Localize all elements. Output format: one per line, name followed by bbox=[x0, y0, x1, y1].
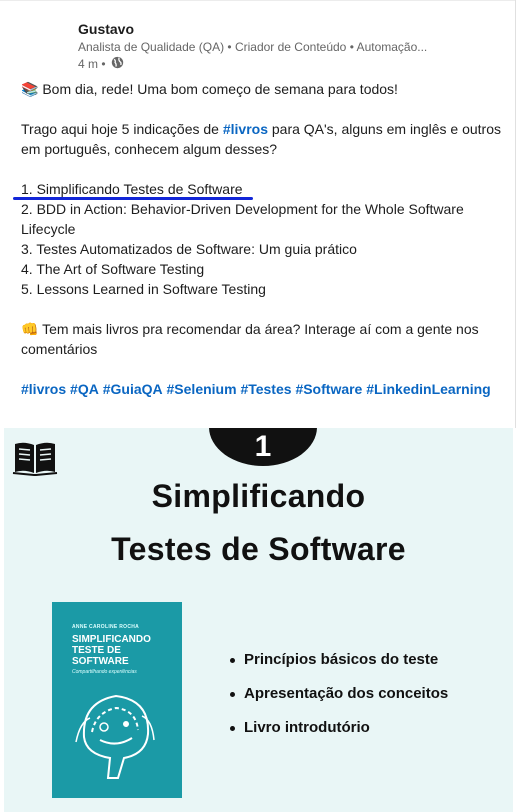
highlight-text: Livro introdutório bbox=[244, 719, 370, 736]
highlight-item: Livro introdutório bbox=[230, 719, 448, 753]
hashtag-link[interactable]: #livros bbox=[21, 381, 66, 397]
highlight-item: Apresentação dos conceitos bbox=[230, 685, 448, 719]
author-headline: Analista de Qualidade (QA) • Criador de … bbox=[78, 40, 428, 54]
highlight-text: Princípios básicos do teste bbox=[244, 651, 439, 668]
greeting-text: 📚 Bom dia, rede! Uma bom começo de seman… bbox=[21, 81, 398, 97]
hashtags: #livros #QA #GuiaQA #Selenium #Testes #S… bbox=[21, 379, 501, 399]
avatar[interactable] bbox=[22, 14, 66, 58]
highlight-underline bbox=[13, 197, 253, 200]
hashtag-link[interactable]: #Testes bbox=[240, 381, 291, 397]
post-time: 4 m • bbox=[78, 57, 106, 71]
book-highlights: Princípios básicos do teste Apresentação… bbox=[230, 651, 448, 753]
cover-subtitle: Compartilhando experiências bbox=[72, 669, 137, 675]
brain-illustration-icon bbox=[74, 682, 160, 797]
intro-text: Trago aqui hoje 5 indicações de #livros … bbox=[21, 119, 501, 159]
hashtag-link[interactable]: #QA bbox=[70, 381, 99, 397]
hashtag-link[interactable]: #Software bbox=[295, 381, 362, 397]
carousel-slide[interactable]: 1 Simplificando Testes de Software ANNE … bbox=[4, 428, 513, 812]
highlight-item: Princípios básicos do teste bbox=[230, 651, 448, 685]
globe-icon bbox=[111, 56, 124, 72]
post-body: 📚 Bom dia, rede! Uma bom começo de seman… bbox=[21, 79, 501, 399]
intro-start: Trago aqui hoje 5 indicações de bbox=[21, 121, 219, 137]
post-meta: 4 m • bbox=[78, 56, 124, 72]
book-list-item: 1. Simplificando Testes de Software bbox=[21, 181, 243, 197]
book-list-item: 2. BDD in Action: Behavior-Driven Develo… bbox=[21, 201, 464, 237]
hashtag-link[interactable]: #livros bbox=[223, 121, 268, 137]
cta-text: 👊 Tem mais livros pra recomendar da área… bbox=[21, 321, 479, 357]
book-cover: ANNE CAROLINE ROCHA SIMPLIFICANDO TESTE … bbox=[52, 602, 182, 798]
cover-author: ANNE CAROLINE ROCHA bbox=[72, 624, 140, 630]
slide-title-line: Simplificando bbox=[151, 478, 366, 514]
hashtag-link[interactable]: #LinkedinLearning bbox=[366, 381, 490, 397]
divider bbox=[0, 0, 515, 1]
author-name[interactable]: Gustavo bbox=[78, 21, 134, 37]
hashtag-link[interactable]: #GuiaQA bbox=[103, 381, 163, 397]
book-list-item: 4. The Art of Software Testing bbox=[21, 261, 205, 277]
book-list-item: 5. Lessons Learned in Software Testing bbox=[21, 281, 266, 297]
cover-title: SIMPLIFICANDO TESTE DE SOFTWARE bbox=[72, 634, 151, 667]
book-list-item: 3. Testes Automatizados de Software: Um … bbox=[21, 241, 357, 257]
open-book-icon bbox=[12, 440, 58, 481]
badge-number: 1 bbox=[254, 430, 272, 463]
highlight-text: Apresentação dos conceitos bbox=[244, 685, 449, 702]
hashtag-link[interactable]: #Selenium bbox=[167, 381, 237, 397]
slide-title-line: Testes de Software bbox=[111, 531, 406, 567]
number-badge: 1 bbox=[209, 428, 317, 466]
linkedin-post: Gustavo Analista de Qualidade (QA) • Cri… bbox=[0, 0, 516, 428]
